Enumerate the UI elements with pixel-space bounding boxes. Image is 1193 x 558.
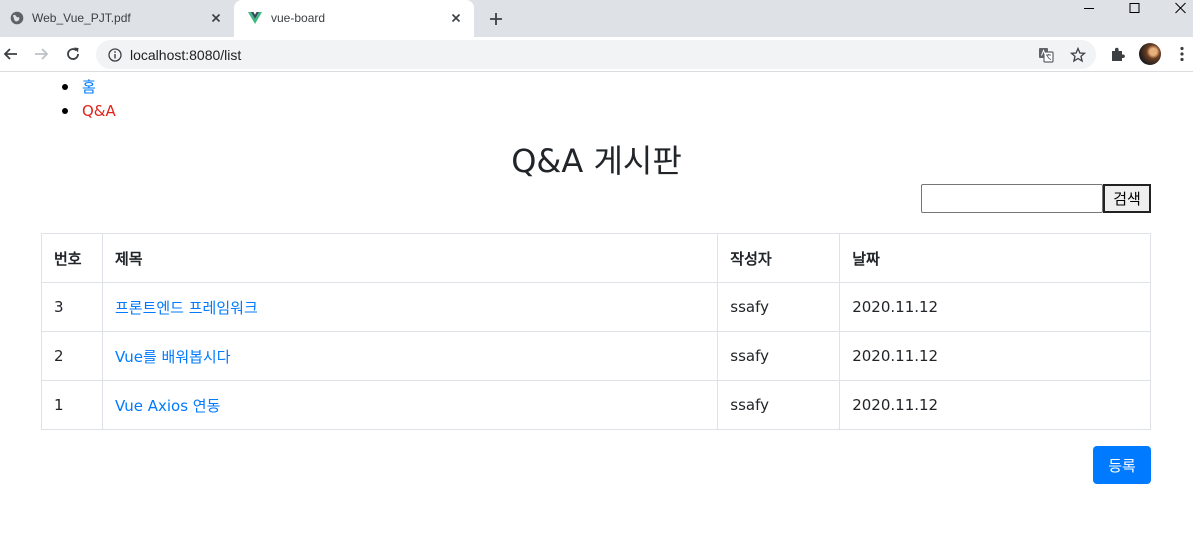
window-close-icon[interactable]: [1158, 0, 1193, 30]
column-header-number: 번호: [41, 233, 103, 283]
row-writer: ssafy: [717, 282, 841, 332]
translate-icon[interactable]: [1038, 47, 1054, 63]
browser-toolbar: localhost:8080/list: [0, 37, 1193, 72]
address-bar[interactable]: localhost:8080/list: [96, 40, 1096, 69]
page-content: 홈 Q&A Q&A 게시판 검색 번호 제목 작성자 날짜 3 프론트엔드 프레…: [0, 73, 1193, 558]
nav-link-qna[interactable]: Q&A: [82, 102, 116, 120]
back-arrow-icon[interactable]: [2, 45, 20, 63]
page-title: Q&A 게시판: [511, 142, 682, 180]
browser-tab-strip: Web_Vue_PJT.pdf vue-board: [0, 0, 1193, 37]
row-number: 3: [41, 282, 103, 332]
tab-title: Web_Vue_PJT.pdf: [32, 11, 131, 25]
new-tab-icon[interactable]: [487, 10, 505, 28]
column-header-date: 날짜: [839, 233, 1151, 283]
minimize-icon[interactable]: [1066, 0, 1112, 30]
maximize-icon[interactable]: [1112, 0, 1158, 30]
row-number: 2: [41, 331, 103, 381]
column-header-writer: 작성자: [717, 233, 841, 283]
post-title-link[interactable]: Vue Axios 연동: [115, 397, 220, 415]
board-table: 번호 제목 작성자 날짜 3 프론트엔드 프레임워크 ssafy 2020.11…: [41, 233, 1151, 430]
search-input[interactable]: [921, 184, 1103, 213]
extensions-puzzle-icon[interactable]: [1109, 45, 1127, 63]
nav-item-qna: Q&A: [62, 99, 116, 123]
browser-tab-pdf[interactable]: Web_Vue_PJT.pdf: [0, 0, 234, 37]
profile-avatar[interactable]: [1139, 43, 1161, 65]
table-row: 1 Vue Axios 연동 ssafy 2020.11.12: [41, 380, 1151, 430]
table-row: 3 프론트엔드 프레임워크 ssafy 2020.11.12: [41, 282, 1151, 332]
bookmark-star-icon[interactable]: [1070, 47, 1086, 63]
row-title-cell: 프론트엔드 프레임워크: [101, 282, 719, 332]
row-number: 1: [41, 380, 103, 430]
info-icon[interactable]: [108, 48, 122, 62]
close-icon[interactable]: [448, 10, 464, 26]
close-icon[interactable]: [208, 10, 224, 26]
post-title-link[interactable]: Vue를 배워봅시다: [115, 348, 231, 366]
row-date: 2020.11.12: [839, 380, 1151, 430]
row-date: 2020.11.12: [839, 282, 1151, 332]
register-button[interactable]: 등록: [1093, 446, 1151, 484]
post-title-link[interactable]: 프론트엔드 프레임워크: [115, 299, 258, 317]
row-date: 2020.11.12: [839, 331, 1151, 381]
menu-kebab-icon[interactable]: [1173, 45, 1191, 63]
url-text: localhost:8080/list: [130, 47, 242, 63]
table-header-row: 번호 제목 작성자 날짜: [41, 233, 1151, 283]
row-writer: ssafy: [717, 331, 841, 381]
row-title-cell: Vue를 배워봅시다: [101, 331, 719, 381]
search-button[interactable]: 검색: [1103, 184, 1151, 213]
vue-logo-icon: [248, 12, 262, 24]
browser-tab-vue-board[interactable]: vue-board: [234, 0, 474, 37]
row-title-cell: Vue Axios 연동: [101, 380, 719, 430]
table-row: 2 Vue를 배워봅시다 ssafy 2020.11.12: [41, 331, 1151, 381]
forward-arrow-icon[interactable]: [32, 45, 50, 63]
column-header-title: 제목: [101, 233, 719, 283]
tab-title: vue-board: [271, 11, 326, 25]
globe-icon: [10, 11, 24, 25]
row-writer: ssafy: [717, 380, 841, 430]
nav-link-home[interactable]: 홈: [82, 78, 96, 96]
site-nav: 홈 Q&A: [62, 75, 116, 123]
reload-icon[interactable]: [64, 45, 82, 63]
nav-item-home: 홈: [62, 75, 116, 99]
